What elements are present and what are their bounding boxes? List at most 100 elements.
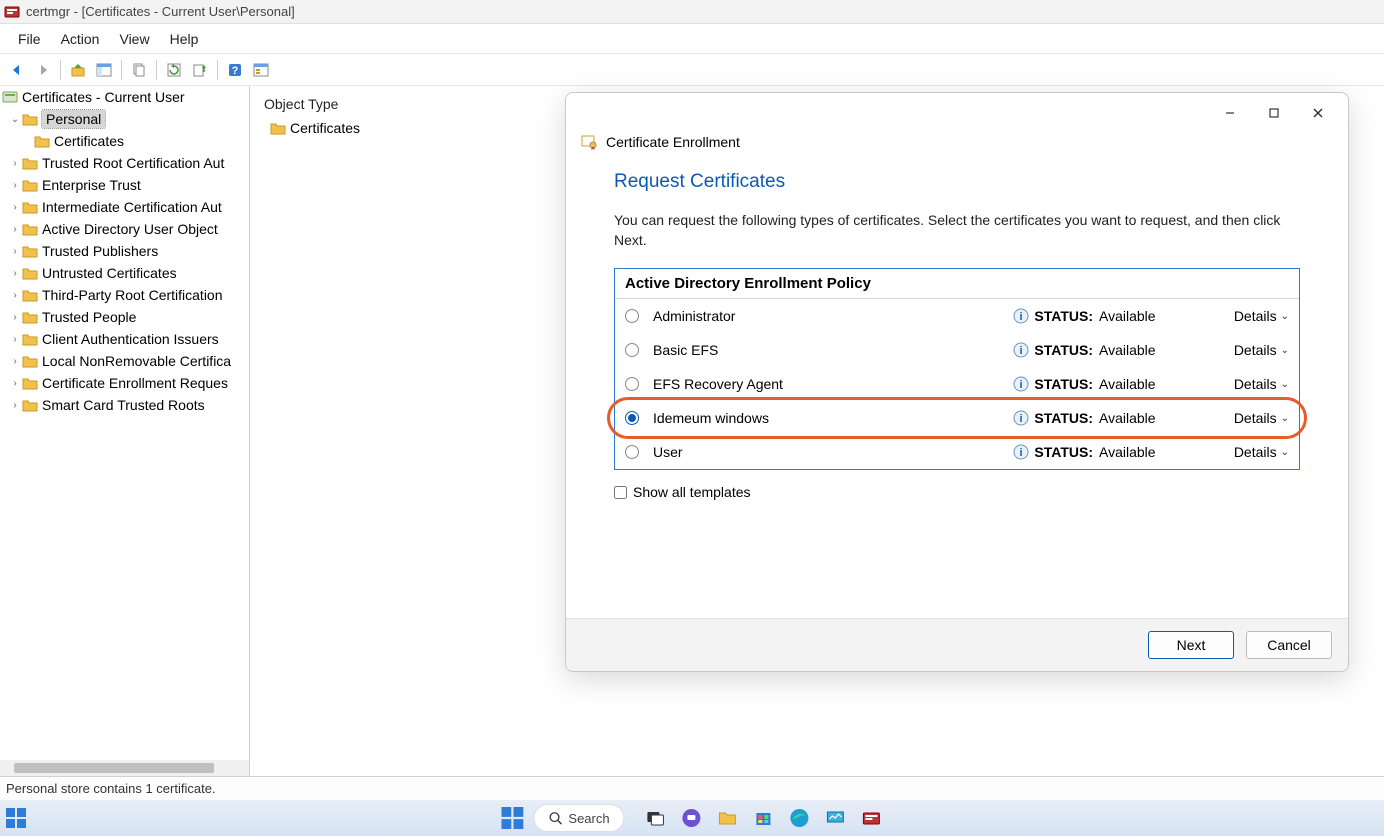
menu-action[interactable]: Action — [51, 27, 110, 51]
tree-certificates-label: Certificates — [54, 133, 124, 149]
menu-help[interactable]: Help — [160, 27, 209, 51]
up-button[interactable] — [67, 59, 89, 81]
template-radio[interactable] — [625, 445, 639, 459]
tree-root[interactable]: Certificates - Current User — [0, 86, 249, 108]
details-toggle[interactable]: Details⌄ — [1209, 376, 1289, 392]
start-button[interactable] — [501, 807, 523, 829]
expander-icon[interactable]: › — [8, 312, 22, 323]
tree-item[interactable]: › Trusted People — [0, 306, 249, 328]
copy-button[interactable] — [128, 59, 150, 81]
dialog-body: Request Certificates You can request the… — [566, 159, 1348, 618]
policy-box: Active Directory Enrollment Policy Admin… — [614, 268, 1300, 470]
tree-personal-certificates[interactable]: Certificates — [0, 130, 249, 152]
template-radio[interactable] — [625, 377, 639, 391]
taskbar-search[interactable]: Search — [533, 804, 624, 832]
menu-view[interactable]: View — [109, 27, 159, 51]
folder-icon — [22, 178, 38, 192]
chevron-down-icon: ⌄ — [1281, 379, 1289, 390]
status-label: STATUS: — [1034, 444, 1093, 460]
status-label: STATUS: — [1034, 410, 1093, 426]
next-button[interactable]: Next — [1148, 631, 1234, 659]
close-button[interactable] — [1296, 98, 1340, 128]
template-status-group: i STATUS: — [1012, 375, 1099, 393]
status-bar: Personal store contains 1 certificate. — [0, 776, 1384, 800]
scrollbar-thumb[interactable] — [14, 763, 214, 773]
properties-button[interactable] — [250, 59, 272, 81]
maximize-button[interactable] — [1252, 98, 1296, 128]
refresh-button[interactable] — [163, 59, 185, 81]
expander-icon[interactable]: › — [8, 378, 22, 389]
template-name: Basic EFS — [653, 342, 1012, 358]
tree-item[interactable]: › Intermediate Certification Aut — [0, 196, 249, 218]
cancel-button[interactable]: Cancel — [1246, 631, 1332, 659]
show-hide-tree-button[interactable] — [93, 59, 115, 81]
template-status-group: i STATUS: — [1012, 307, 1099, 325]
template-status-group: i STATUS: — [1012, 341, 1099, 359]
file-explorer-icon[interactable] — [717, 807, 739, 829]
details-toggle[interactable]: Details⌄ — [1209, 410, 1289, 426]
folder-icon — [22, 200, 38, 214]
help-button[interactable]: ? — [224, 59, 246, 81]
tree-item[interactable]: › Untrusted Certificates — [0, 262, 249, 284]
template-radio[interactable] — [625, 343, 639, 357]
status-value: Available — [1099, 410, 1209, 426]
details-toggle[interactable]: Details⌄ — [1209, 308, 1289, 324]
show-all-checkbox[interactable] — [614, 486, 627, 499]
template-row[interactable]: Administrator i STATUS: Available Detail… — [615, 299, 1299, 333]
tree-scroll[interactable]: Certificates - Current User ⌄ Personal C… — [0, 86, 249, 760]
details-toggle[interactable]: Details ⌄ — [1209, 444, 1289, 460]
expander-icon[interactable]: › — [8, 180, 22, 191]
details-label: Details — [1234, 308, 1277, 324]
details-label: Details — [1234, 444, 1277, 460]
dialog-titlebar[interactable] — [566, 93, 1348, 133]
menu-file[interactable]: File — [8, 27, 51, 51]
expander-icon[interactable]: › — [8, 356, 22, 367]
tree-item[interactable]: › Active Directory User Object — [0, 218, 249, 240]
tree-item[interactable]: › Trusted Publishers — [0, 240, 249, 262]
task-view-icon[interactable] — [645, 807, 667, 829]
store-icon[interactable] — [753, 807, 775, 829]
list-item-label: Certificates — [290, 120, 360, 136]
forward-button[interactable] — [32, 59, 54, 81]
svg-text:i: i — [1020, 311, 1023, 323]
expander-icon[interactable]: › — [8, 290, 22, 301]
expander-icon[interactable]: › — [8, 268, 22, 279]
expander-icon[interactable]: › — [8, 224, 22, 235]
template-radio[interactable] — [625, 411, 639, 425]
back-button[interactable] — [6, 59, 28, 81]
tree-item[interactable]: › Certificate Enrollment Reques — [0, 372, 249, 394]
expander-icon[interactable]: › — [8, 202, 22, 213]
expander-icon[interactable]: › — [8, 246, 22, 257]
template-row[interactable]: EFS Recovery Agent i STATUS: Available D… — [615, 367, 1299, 401]
horizontal-scrollbar[interactable] — [0, 760, 249, 776]
minimize-button[interactable] — [1208, 98, 1252, 128]
monitor-icon[interactable] — [825, 807, 847, 829]
tree-item[interactable]: › Client Authentication Issuers — [0, 328, 249, 350]
template-row[interactable]: User i STATUS: Available Details⌄ — [615, 435, 1299, 469]
template-row[interactable]: Idemeum windows i STATUS: Available Deta… — [615, 401, 1299, 435]
expander-icon[interactable]: › — [8, 400, 22, 411]
expander-icon[interactable]: › — [8, 334, 22, 345]
chat-icon[interactable] — [681, 807, 703, 829]
tree-item[interactable]: › Trusted Root Certification Aut — [0, 152, 249, 174]
certmgr-taskbar-icon[interactable] — [861, 807, 883, 829]
details-toggle[interactable]: Details⌄ — [1209, 342, 1289, 358]
folder-icon — [34, 134, 50, 148]
edge-icon[interactable] — [789, 807, 811, 829]
status-text: Personal store contains 1 certificate. — [6, 781, 216, 796]
tree-item[interactable]: › Smart Card Trusted Roots — [0, 394, 249, 416]
tree-personal[interactable]: ⌄ Personal — [0, 108, 249, 130]
template-radio[interactable] — [625, 309, 639, 323]
tree-item-label: Trusted People — [42, 309, 136, 325]
start-corner-icon[interactable] — [6, 808, 26, 828]
expander-icon[interactable]: ⌄ — [8, 114, 22, 125]
expander-icon[interactable]: › — [8, 158, 22, 169]
show-all-templates[interactable]: Show all templates — [614, 484, 1300, 500]
tree-item[interactable]: › Local NonRemovable Certifica — [0, 350, 249, 372]
template-row[interactable]: Basic EFS i STATUS: Available Details⌄ — [615, 333, 1299, 367]
tree-item[interactable]: › Third-Party Root Certification — [0, 284, 249, 306]
tree-item[interactable]: › Enterprise Trust — [0, 174, 249, 196]
chevron-down-icon: ⌄ — [1281, 447, 1289, 458]
tree-item-label: Untrusted Certificates — [42, 265, 177, 281]
export-button[interactable] — [189, 59, 211, 81]
